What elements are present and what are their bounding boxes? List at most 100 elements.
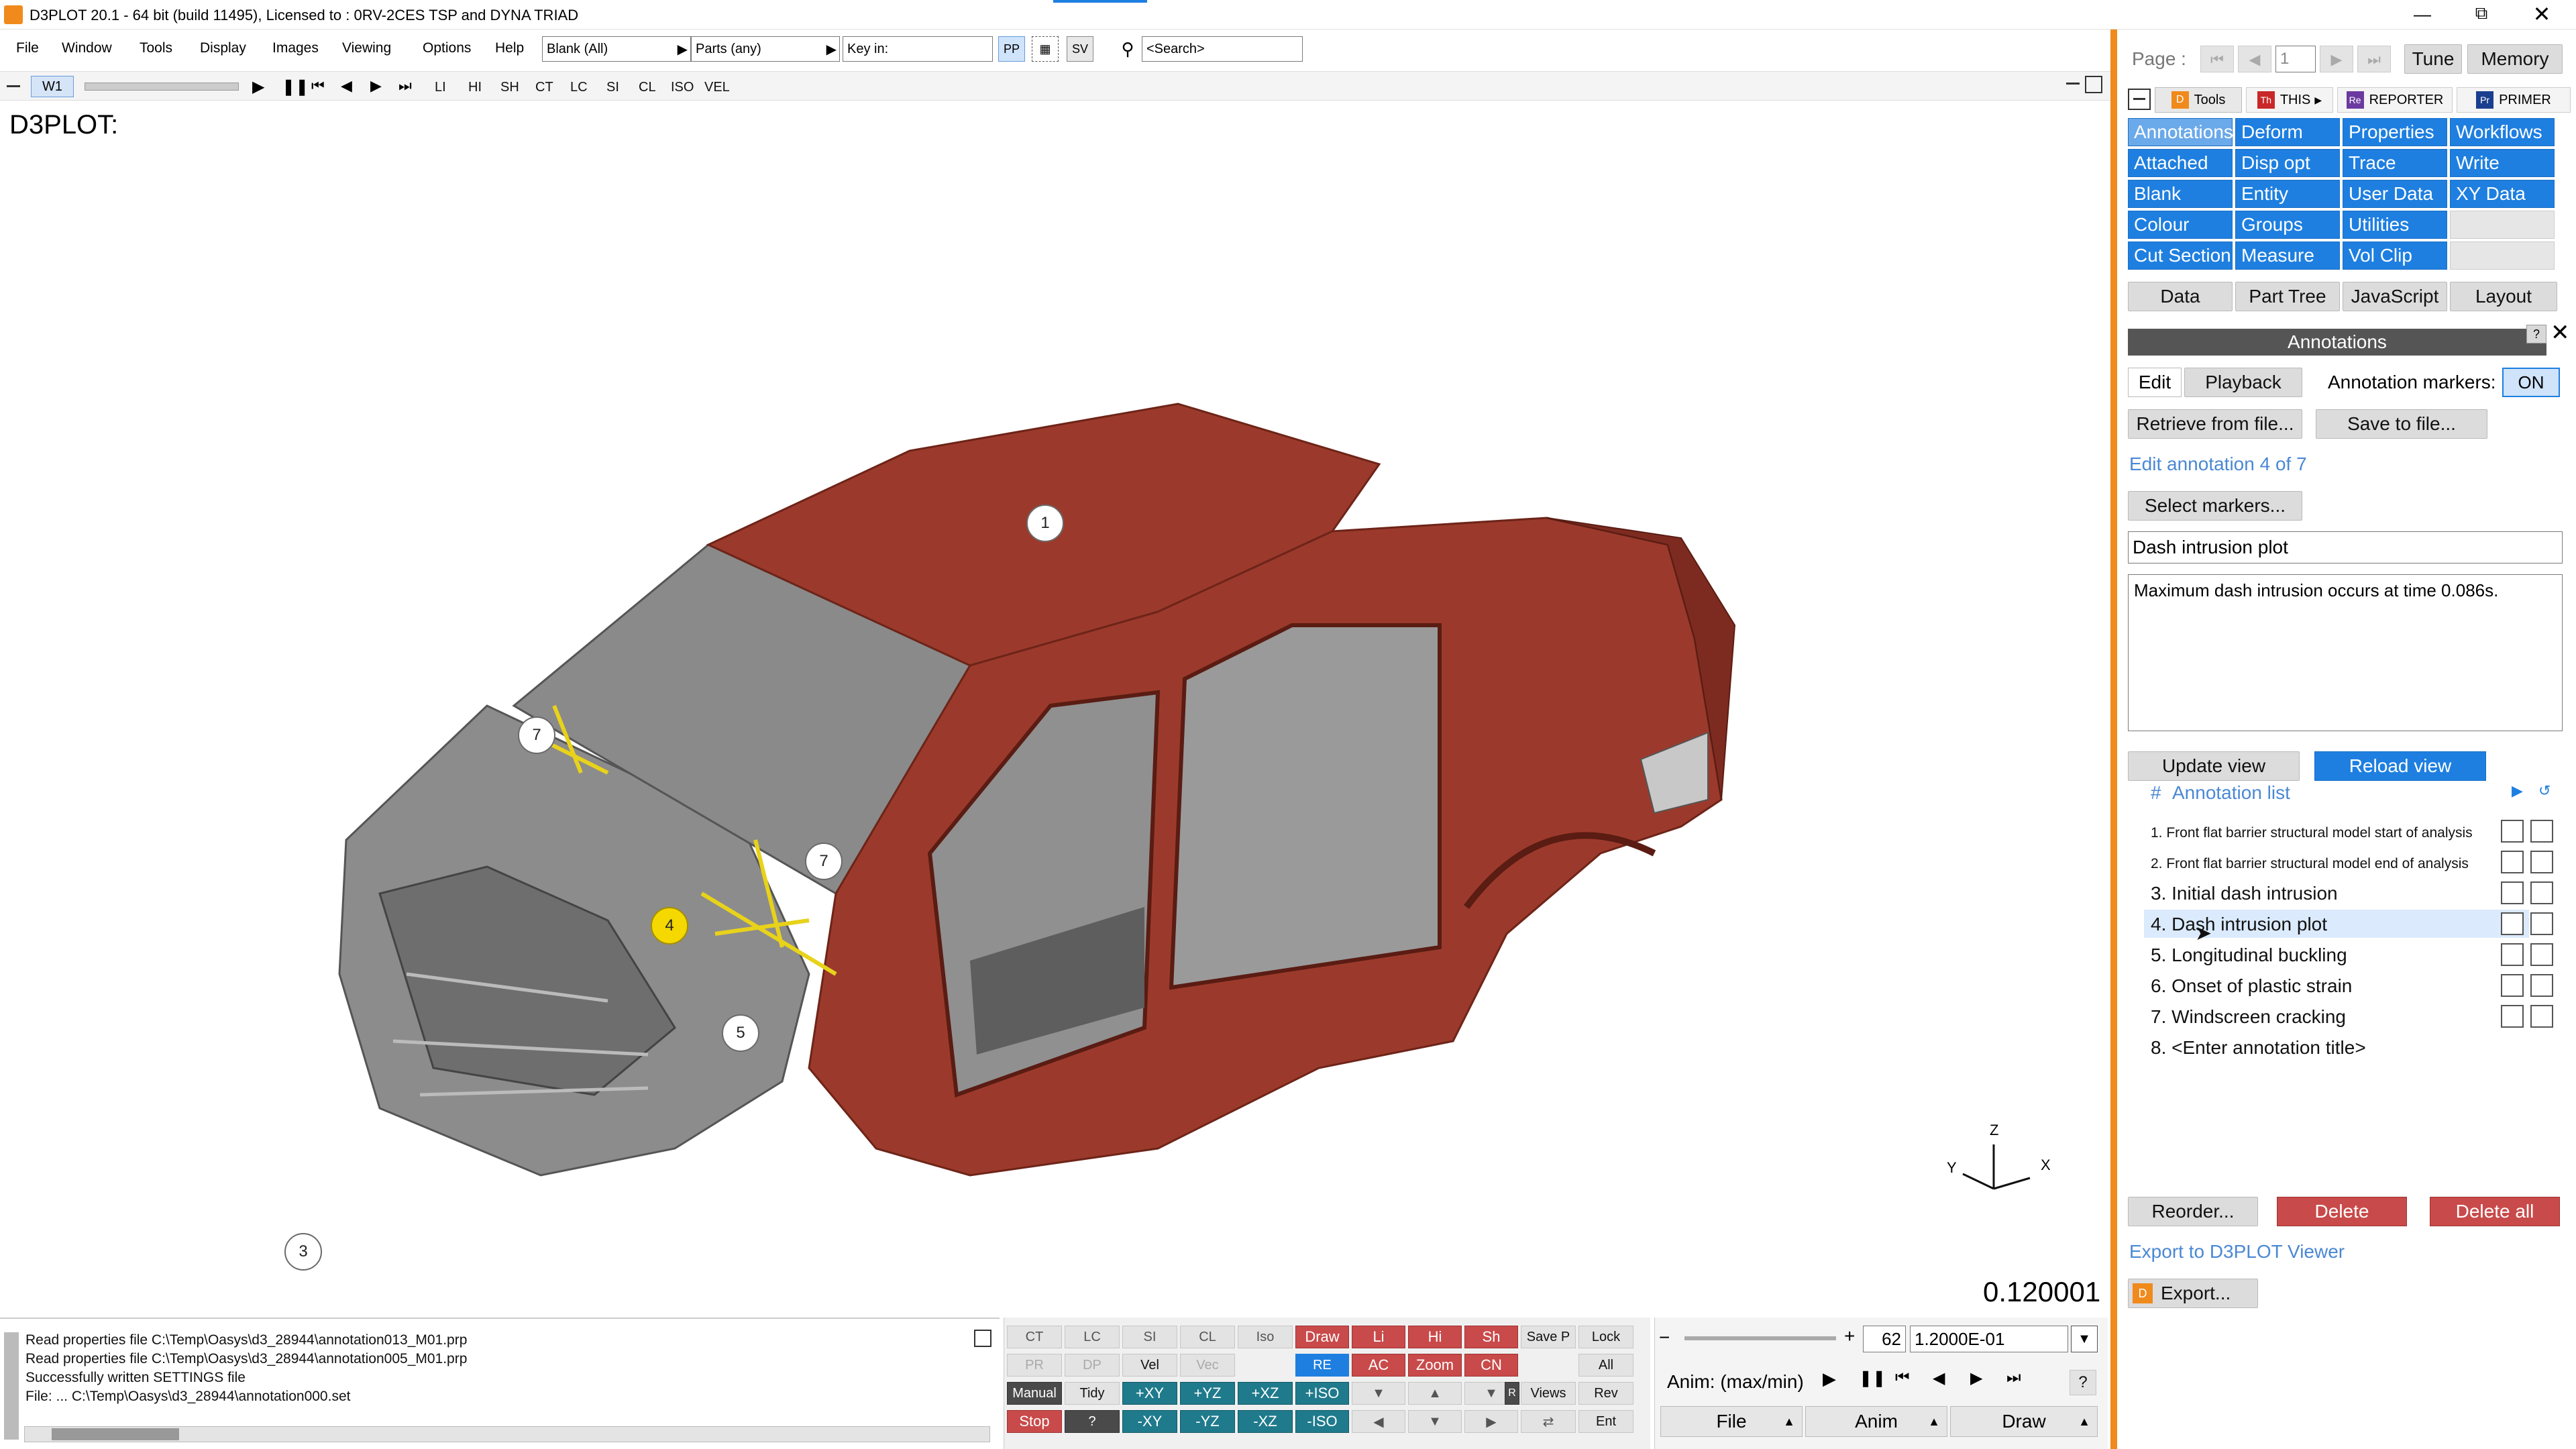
list-item-7[interactable]: 7. Windscreen cracking	[2151, 1006, 2346, 1028]
plus-iso-button[interactable]: +ISO	[1295, 1382, 1349, 1405]
list-item-8[interactable]: 8. <Enter annotation title>	[2151, 1037, 2366, 1059]
tool-disp-opt[interactable]: Disp opt	[2235, 149, 2340, 177]
vel-button[interactable]: Vel	[1122, 1354, 1177, 1377]
lock-button[interactable]: Lock	[1578, 1326, 1633, 1348]
list-reset-icon[interactable]: ↺	[2538, 782, 2551, 800]
page-prev-icon[interactable]: ◀	[2238, 46, 2271, 72]
tab-tools[interactable]: D Tools	[2155, 87, 2242, 113]
annotation-markers-toggle[interactable]: ON	[2502, 368, 2560, 397]
tool-annotations[interactable]: Annotations	[2128, 118, 2233, 146]
select-markers-button[interactable]: Select markers...	[2128, 491, 2302, 521]
menu-options[interactable]: Options	[423, 40, 471, 56]
annotation-marker-5[interactable]: 5	[722, 1014, 759, 1052]
all-button[interactable]: All	[1578, 1354, 1633, 1377]
pp-button[interactable]: PP	[998, 36, 1025, 62]
minus-xy-button[interactable]: -XY	[1122, 1410, 1177, 1433]
cl-button[interactable]: CL	[1180, 1326, 1235, 1348]
sh-button[interactable]: Sh	[1464, 1326, 1518, 1348]
menu-file[interactable]: File	[16, 40, 39, 56]
menu-images[interactable]: Images	[272, 40, 319, 56]
file-tab[interactable]: File ▲	[1660, 1406, 1803, 1437]
key-in-field[interactable]: Key in:	[843, 36, 993, 62]
time-slider[interactable]	[85, 83, 239, 91]
tool-write[interactable]: Write	[2450, 149, 2555, 177]
minus-iso-button[interactable]: -ISO	[1295, 1410, 1349, 1433]
minus-yz-button[interactable]: -YZ	[1180, 1410, 1235, 1433]
tidy-button[interactable]: Tidy	[1065, 1382, 1120, 1405]
checkbox-5b[interactable]	[2530, 943, 2553, 966]
tab-part-tree[interactable]: Part Tree	[2235, 282, 2340, 311]
page-next-icon[interactable]: ▶	[2320, 46, 2353, 72]
checkbox-2a[interactable]	[2501, 851, 2524, 873]
panel-divider[interactable]	[2110, 30, 2117, 1449]
tool-deform[interactable]: Deform	[2235, 118, 2340, 146]
export-button[interactable]: D Export...	[2128, 1279, 2258, 1308]
export-viewer-link[interactable]: Export to D3PLOT Viewer	[2129, 1241, 2345, 1263]
anim-last-icon[interactable]: ⏭	[2006, 1368, 2021, 1387]
plus-xz-button[interactable]: +XZ	[1238, 1382, 1293, 1405]
minimize-button[interactable]: —	[2412, 4, 2432, 24]
checkbox-3a[interactable]	[2501, 881, 2524, 904]
search-input[interactable]: <Search>	[1142, 36, 1303, 62]
checkbox-1a[interactable]	[2501, 820, 2524, 843]
tool-groups[interactable]: Groups	[2235, 211, 2340, 239]
log-scroll-left[interactable]	[4, 1332, 19, 1440]
pause-icon[interactable]: ❚❚	[282, 77, 309, 97]
minimize-view-icon[interactable]	[2066, 83, 2080, 85]
checkbox-3b[interactable]	[2530, 881, 2553, 904]
iso-button[interactable]: Iso	[1238, 1326, 1293, 1348]
toolbar-cl[interactable]: CL	[639, 80, 656, 95]
checkbox-7b[interactable]	[2530, 1005, 2553, 1028]
page-last-icon[interactable]: ⏭	[2357, 46, 2391, 72]
tool-colour[interactable]: Colour	[2128, 211, 2233, 239]
list-item-2[interactable]: 2. Front flat barrier structural model e…	[2151, 856, 2469, 872]
rotate-left-icon[interactable]: ◀	[1352, 1410, 1405, 1433]
last-frame-icon[interactable]: ⏭	[398, 77, 412, 95]
collapse-icon[interactable]	[7, 85, 20, 87]
update-view-button[interactable]: Update view	[2128, 751, 2300, 781]
tab-playback[interactable]: Playback	[2184, 368, 2302, 397]
tool-cut-section[interactable]: Cut Section	[2128, 241, 2233, 270]
tool-workflows[interactable]: Workflows	[2450, 118, 2555, 146]
zoom-button[interactable]: Zoom	[1408, 1354, 1462, 1377]
tab-layout[interactable]: Layout	[2450, 282, 2557, 311]
first-frame-icon[interactable]: ⏮	[311, 77, 325, 95]
tool-measure[interactable]: Measure	[2235, 241, 2340, 270]
ct-button[interactable]: CT	[1007, 1326, 1062, 1348]
checkbox-6b[interactable]	[2530, 974, 2553, 997]
restore-button[interactable]: ⧉	[2471, 3, 2491, 23]
stop-button[interactable]: Stop	[1007, 1410, 1062, 1433]
tool-blank[interactable]: Blank	[2128, 180, 2233, 208]
state-number-field[interactable]: 62	[1863, 1326, 1906, 1352]
step-back-icon[interactable]: ◀	[341, 77, 352, 95]
tool-properties[interactable]: Properties	[2343, 118, 2447, 146]
select-region-icon[interactable]: ▦	[1032, 36, 1059, 62]
anim-tab[interactable]: Anim ▲	[1805, 1406, 1947, 1437]
menu-display[interactable]: Display	[200, 40, 246, 56]
draw-tab[interactable]: Draw ▲	[1950, 1406, 2098, 1437]
menu-tools[interactable]: Tools	[140, 40, 172, 56]
lc-button[interactable]: LC	[1065, 1326, 1120, 1348]
anim-play-icon[interactable]: ▶	[1823, 1368, 1836, 1389]
tabs-collapse-icon[interactable]	[2128, 89, 2151, 110]
views-button[interactable]: Views	[1521, 1382, 1576, 1405]
anim-first-icon[interactable]: ⏮	[1895, 1368, 1910, 1387]
dp-button[interactable]: DP	[1065, 1354, 1120, 1377]
toolbar-sh[interactable]: SH	[500, 80, 519, 95]
tab-reporter[interactable]: Re REPORTER	[2337, 87, 2453, 113]
parts-select[interactable]: Parts (any) ▶	[691, 36, 840, 62]
toolbar-hi[interactable]: HI	[468, 80, 482, 95]
manual-button[interactable]: Manual	[1007, 1382, 1062, 1405]
retrieve-from-file-button[interactable]: Retrieve from file...	[2128, 409, 2302, 439]
vec-button[interactable]: Vec	[1180, 1354, 1235, 1377]
rotate-up-icon[interactable]: ▲	[1408, 1382, 1462, 1405]
close-window-button[interactable]: ✕	[2532, 1, 2552, 26]
ac-button[interactable]: AC	[1352, 1354, 1405, 1377]
annotation-marker-1[interactable]: 1	[1026, 504, 1064, 542]
tool-vol-clip[interactable]: Vol Clip	[2343, 241, 2447, 270]
annotation-marker-7b[interactable]: 7	[805, 843, 843, 880]
list-item-1[interactable]: 1. Front flat barrier structural model s…	[2151, 825, 2473, 841]
save-to-file-button[interactable]: Save to file...	[2316, 409, 2487, 439]
tab-data[interactable]: Data	[2128, 282, 2233, 311]
list-item-6[interactable]: 6. Onset of plastic strain	[2151, 975, 2352, 997]
